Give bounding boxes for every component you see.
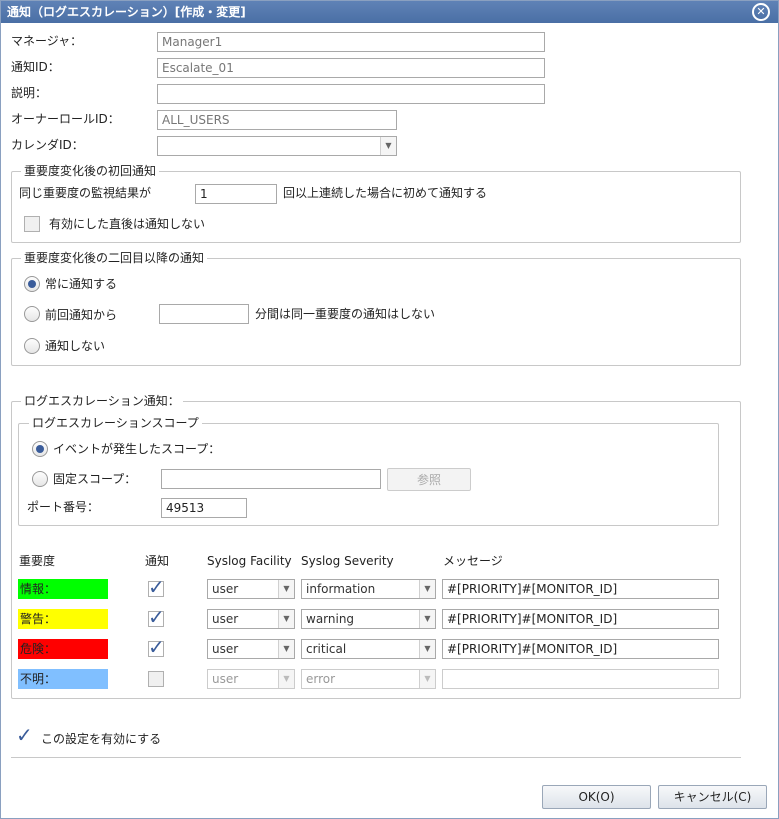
check-icon: ✓ [16,723,33,747]
divider [11,757,741,758]
first-notify-prefix: 同じ重要度の監視結果が [19,186,152,200]
log-escalation-legend: ログエスカレーション通知： [21,394,183,408]
notify-info-checkbox[interactable]: ✓ [148,575,165,599]
notify-critical-checkbox[interactable]: ✓ [148,635,165,659]
event-scope-radio[interactable] [32,441,48,457]
check-icon: ✓ [148,575,165,599]
no-notify-radio[interactable] [24,338,40,354]
first-notify-legend: 重要度変化後の初回通知 [21,164,160,178]
from-previous-label: 前回通知から [45,308,118,322]
chevron-down-icon: ▼ [419,610,435,628]
chevron-down-icon: ▼ [278,670,294,688]
severity-info-select[interactable]: information ▼ [301,579,436,599]
scope-legend: ログエスカレーションスコープ [29,416,202,430]
notify-id-label: 通知ID： [11,60,60,74]
browse-button[interactable]: 参照 [387,468,471,491]
fixed-scope-field[interactable] [161,469,381,489]
dialog-window: 通知（ログエスカレーション）[作成・変更] ✕ マネージャ： Manager1 … [0,0,779,819]
owner-role-field[interactable]: ALL_USERS [157,110,397,130]
chevron-down-icon: ▼ [278,610,294,628]
always-notify-label: 常に通知する [45,277,118,291]
calendar-label: カレンダID： [11,138,84,152]
manager-field[interactable]: Manager1 [157,32,545,52]
fixed-scope-radio[interactable] [32,471,48,487]
owner-role-label: オーナーロールID： [11,112,120,126]
severity-critical: 危険： [18,639,108,659]
first-notify-suffix: 回以上連続した場合に初めて通知する [283,186,488,200]
description-label: 説明： [11,86,48,100]
message-warning-field[interactable]: #[PRIORITY]#[MONITOR_ID] [442,609,719,629]
always-notify-radio[interactable] [24,276,40,292]
enable-setting-checkbox[interactable]: ✓ [16,725,33,746]
chevron-down-icon: ▼ [278,640,294,658]
header-notify: 通知 [145,554,170,568]
title-bar: 通知（ログエスカレーション）[作成・変更] [1,1,778,23]
notify-warning-checkbox[interactable]: ✓ [148,605,165,629]
header-facility: Syslog Facility [207,554,292,568]
first-notify-group [11,171,741,243]
chevron-down-icon: ▼ [419,640,435,658]
notify-unknown-checkbox[interactable] [148,671,164,687]
port-label: ポート番号： [27,500,100,514]
event-scope-label: イベントが発生したスコープ： [53,442,221,456]
cancel-button[interactable]: キャンセル(C) [658,785,767,809]
chevron-down-icon: ▼ [278,580,294,598]
no-notify-label: 通知しない [45,339,106,353]
chevron-down-icon: ▼ [419,580,435,598]
description-field[interactable] [157,84,545,104]
severity-info: 情報： [18,579,108,599]
severity-warning: 警告： [18,609,108,629]
header-message: メッセージ [443,554,503,568]
fixed-scope-label: 固定スコープ： [53,472,137,486]
close-icon[interactable]: ✕ [752,3,770,21]
manager-label: マネージャ： [11,34,83,48]
consecutive-count-field[interactable]: 1 [195,184,277,204]
facility-unknown-select[interactable]: user ▼ [207,669,295,689]
notify-id-field[interactable]: Escalate_01 [157,58,545,78]
severity-critical-select[interactable]: critical ▼ [301,639,436,659]
no-notify-after-enable-checkbox[interactable] [24,216,40,232]
port-field[interactable]: 49513 [161,498,247,518]
minutes-field[interactable] [159,304,249,324]
header-severity: 重要度 [19,554,56,568]
message-critical-field[interactable]: #[PRIORITY]#[MONITOR_ID] [442,639,719,659]
check-icon: ✓ [148,635,165,659]
from-previous-radio[interactable] [24,306,40,322]
facility-critical-select[interactable]: user ▼ [207,639,295,659]
window-title: 通知（ログエスカレーション）[作成・変更] [7,5,246,19]
facility-info-select[interactable]: user ▼ [207,579,295,599]
message-info-field[interactable]: #[PRIORITY]#[MONITOR_ID] [442,579,719,599]
severity-unknown: 不明： [18,669,108,689]
severity-warning-select[interactable]: warning ▼ [301,609,436,629]
severity-unknown-select[interactable]: error ▼ [301,669,436,689]
chevron-down-icon: ▼ [419,670,435,688]
message-unknown-field[interactable] [442,669,719,689]
minutes-suffix: 分間は同一重要度の通知はしない [255,307,436,321]
check-icon: ✓ [148,605,165,629]
chevron-down-icon: ▼ [380,137,396,155]
facility-warning-select[interactable]: user ▼ [207,609,295,629]
enable-setting-label: この設定を有効にする [41,732,162,746]
header-syslog-severity: Syslog Severity [301,554,394,568]
ok-button[interactable]: OK(O) [542,785,651,809]
second-notify-legend: 重要度変化後の二回目以降の通知 [21,251,208,265]
no-notify-after-enable-label: 有効にした直後は通知しない [49,217,206,231]
calendar-select[interactable]: ▼ [157,136,397,156]
